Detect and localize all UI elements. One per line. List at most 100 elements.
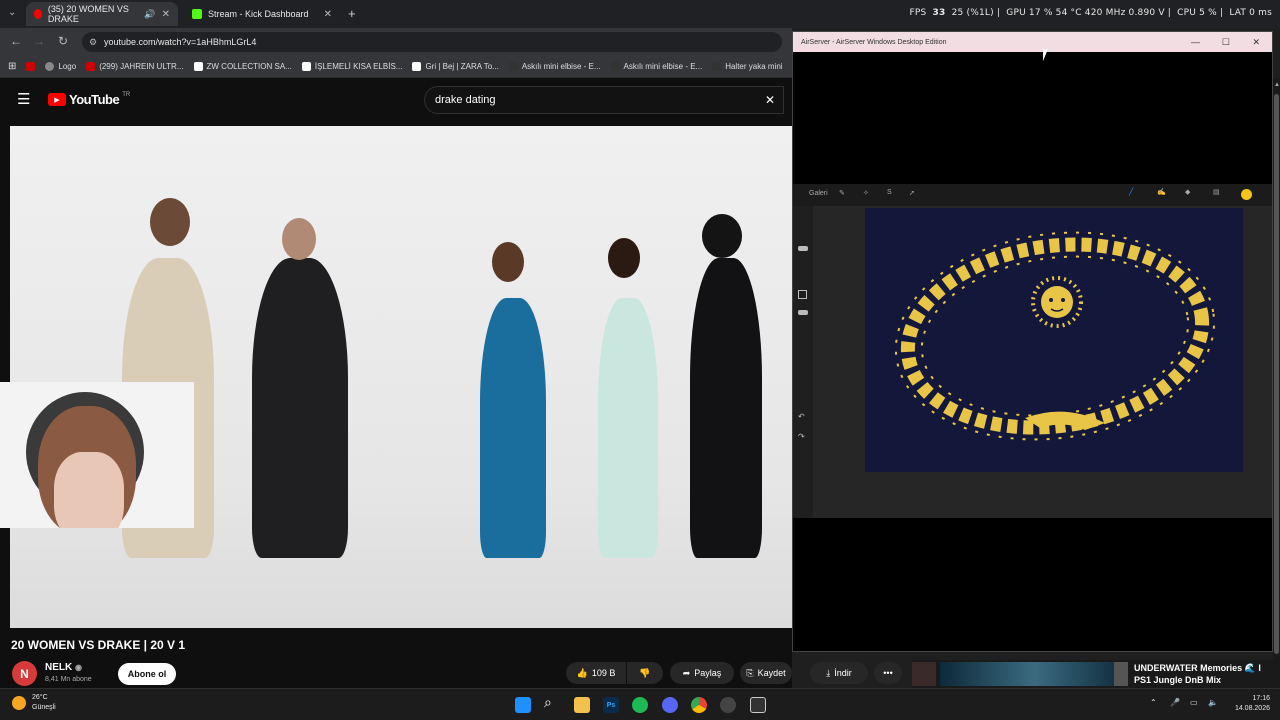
obs-icon[interactable]: [720, 697, 736, 713]
page-scrollbar[interactable]: ▲: [1273, 78, 1280, 688]
color-picker-icon[interactable]: [1241, 189, 1252, 200]
modify-button[interactable]: [798, 290, 807, 299]
scroll-thumb[interactable]: [1274, 94, 1279, 654]
bookmark-youtube[interactable]: [26, 62, 36, 71]
bookmark-item[interactable]: Askılı mini elbise - E...: [610, 62, 702, 71]
bookmark-item[interactable]: (299) JAHREIN ULTR...: [86, 62, 184, 71]
volume-icon[interactable]: 🔈: [1208, 698, 1218, 707]
tab-search-icon[interactable]: ⌄: [8, 7, 16, 18]
verified-icon: ◉: [75, 663, 82, 672]
airserver-titlebar[interactable]: AirServer - AirServer Windows Desktop Ed…: [793, 32, 1272, 52]
video-figure-head: [608, 238, 640, 278]
tab-kick[interactable]: Stream - Kick Dashboard ✕: [184, 2, 340, 26]
browser-toolbar: ← → ↻ ⚙ youtube.com/watch?v=1aHBhmLGrL4: [0, 28, 792, 56]
search-icon[interactable]: ⌕: [544, 694, 560, 710]
clear-search-button[interactable]: ✕: [765, 93, 775, 107]
transform-icon[interactable]: ➚: [909, 189, 915, 197]
search-input[interactable]: drake dating ✕: [424, 86, 784, 114]
game-art: [1114, 662, 1128, 686]
bookmark-item[interactable]: Gri | Bej | ZARA To...: [412, 62, 499, 71]
share-button[interactable]: ➦ Paylaş: [670, 662, 734, 684]
windows-start-icon[interactable]: [515, 697, 531, 713]
video-figure: [690, 258, 762, 558]
redo-icon[interactable]: ↷: [798, 432, 805, 441]
selection-icon[interactable]: S: [887, 189, 892, 196]
serpent-sun-illustration: [894, 231, 1216, 441]
spotify-icon[interactable]: [632, 697, 648, 713]
save-button[interactable]: ⎘ Kaydet: [740, 662, 792, 684]
media-thumbnail: [940, 662, 1128, 686]
system-clock[interactable]: 17:16 14.08.2026: [1226, 694, 1270, 714]
youtube-favicon-icon: [34, 9, 42, 19]
file-explorer-icon[interactable]: [574, 697, 590, 713]
video-figure: [598, 298, 658, 558]
like-button[interactable]: 👍 109 B: [566, 662, 626, 684]
wrench-icon[interactable]: ✎: [839, 189, 845, 197]
minimize-icon[interactable]: —: [1191, 37, 1200, 47]
tab-close-button[interactable]: ✕: [162, 9, 170, 20]
windows-taskbar: 26°C Güneşli ⌕ Ps ⌃ 🎤 ▭ 🔈 17:16 14.08.20…: [0, 688, 1280, 720]
subscribe-button[interactable]: Abone ol: [118, 663, 176, 685]
kick-favicon-icon: [192, 9, 202, 19]
network-icon[interactable]: ▭: [1190, 698, 1198, 707]
video-player[interactable]: [10, 126, 792, 628]
airserver-window[interactable]: AirServer - AirServer Windows Desktop Ed…: [792, 31, 1273, 652]
video-figure-head: [282, 218, 316, 260]
youtube-favicon-icon: [86, 62, 96, 71]
back-icon[interactable]: ←: [10, 34, 22, 48]
tab-close-button[interactable]: ✕: [324, 9, 332, 20]
dislike-button[interactable]: 👎: [627, 662, 663, 684]
smudge-icon[interactable]: ✍: [1157, 188, 1166, 196]
eraser-icon[interactable]: ◆: [1185, 188, 1190, 196]
layers-icon[interactable]: ▤: [1213, 188, 1220, 196]
procreate-sidebar: ↶ ↷: [793, 206, 813, 518]
procreate-canvas[interactable]: [813, 206, 1272, 518]
youtube-logo[interactable]: ▶ YouTube TR: [48, 92, 130, 107]
discord-icon[interactable]: [662, 697, 678, 713]
channel-name[interactable]: NELK ◉: [45, 662, 82, 673]
microphone-icon[interactable]: 🎤: [1170, 698, 1180, 707]
video-figure-head: [702, 214, 742, 258]
address-bar[interactable]: ⚙ youtube.com/watch?v=1aHBhmLGrL4: [82, 32, 782, 52]
scroll-up-icon[interactable]: ▲: [1274, 82, 1280, 88]
magic-icon[interactable]: ✧: [863, 189, 869, 197]
now-playing-widget[interactable]: UNDERWATER Memories 🌊 I PS1 Jungle DnB M…: [912, 660, 1280, 688]
artwork-drawing[interactable]: [865, 208, 1243, 472]
brush-size-slider[interactable]: [798, 246, 808, 251]
video-figure: [252, 258, 348, 558]
reload-icon[interactable]: ↻: [58, 34, 68, 48]
youtube-page: ☰ ▶ YouTube TR drake dating ✕ 20 WOMEN V…: [0, 78, 792, 688]
media-subtitle: PS1 Jungle DnB Mix: [1134, 675, 1222, 685]
menu-icon[interactable]: ☰: [17, 90, 30, 108]
brush-icon[interactable]: ╱: [1129, 188, 1133, 196]
channel-row: N NELK ◉ 8,41 Mn abone Abone ol 👍 109 B …: [10, 658, 792, 688]
maximize-icon[interactable]: ☐: [1222, 37, 1230, 48]
site-info-icon[interactable]: ⚙: [89, 37, 97, 48]
bookmarks-bar: ⊞ Logo (299) JAHREIN ULTR... ZW COLLECTI…: [0, 56, 792, 78]
opacity-slider[interactable]: [798, 310, 808, 315]
weather-widget[interactable]: 26°C Güneşli: [12, 693, 56, 713]
airserver-icon[interactable]: [750, 697, 766, 713]
new-tab-button[interactable]: +: [348, 6, 356, 21]
close-icon[interactable]: ✕: [1252, 37, 1260, 48]
youtube-play-icon: ▶: [48, 93, 66, 106]
bookmark-item[interactable]: Logo: [45, 62, 76, 71]
audio-icon[interactable]: 🔊: [144, 9, 155, 20]
tab-youtube[interactable]: (35) 20 WOMEN VS DRAKE 🔊 ✕: [26, 2, 178, 26]
more-actions-button[interactable]: •••: [874, 662, 902, 684]
forward-icon[interactable]: →: [33, 34, 45, 48]
bookmark-item[interactable]: Askılı mini elbise - E...: [508, 62, 601, 71]
apps-icon[interactable]: ⊞: [8, 61, 16, 72]
bookmark-item[interactable]: İŞLEMELİ KISA ELBİS...: [301, 62, 402, 71]
bookmark-item[interactable]: ZW COLLECTION SA...: [193, 62, 292, 71]
tray-chevron-icon[interactable]: ⌃: [1150, 698, 1157, 707]
gallery-button[interactable]: Galeri: [809, 190, 828, 197]
channel-avatar[interactable]: N: [12, 661, 37, 686]
bookmark-item[interactable]: Halter yaka mini: [712, 62, 783, 71]
download-button[interactable]: ⤓ İndir: [810, 662, 868, 684]
undo-icon[interactable]: ↶: [798, 412, 805, 421]
photoshop-icon[interactable]: Ps: [603, 697, 619, 713]
globe-icon: [45, 62, 55, 71]
chrome-icon[interactable]: [691, 697, 707, 713]
mouse-cursor: [1043, 49, 1048, 61]
